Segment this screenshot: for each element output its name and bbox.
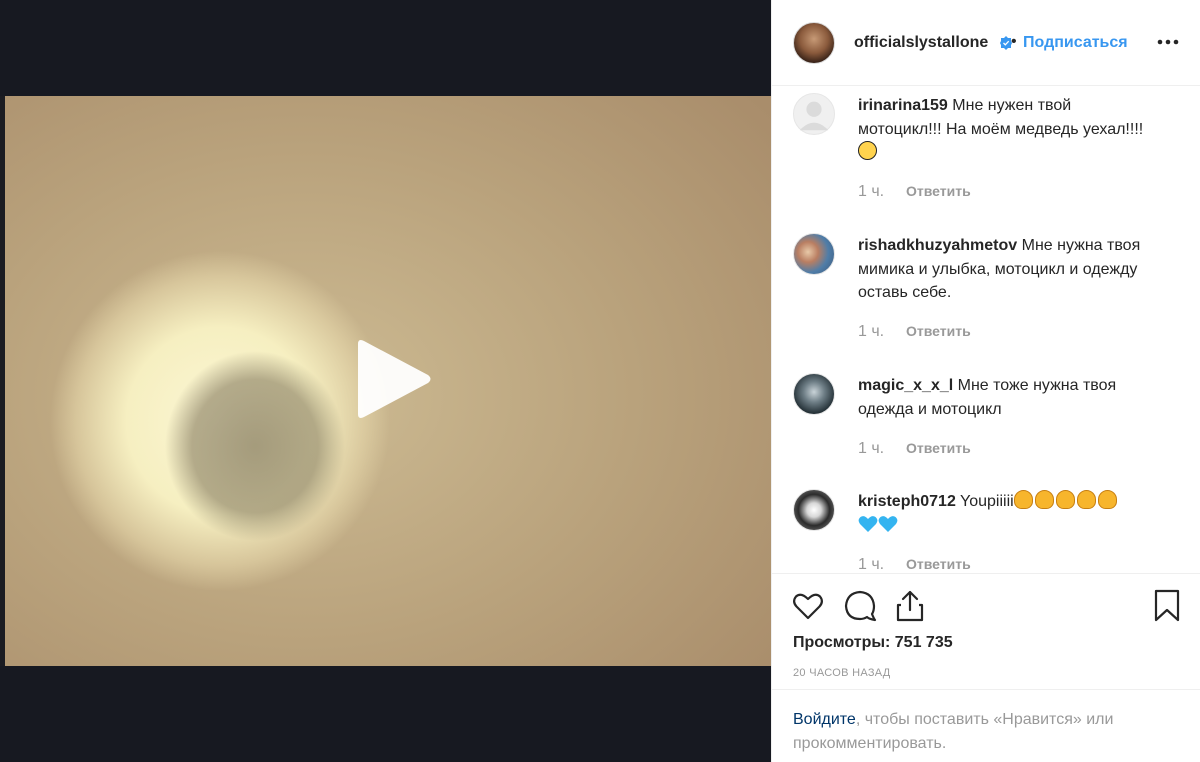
reply-button[interactable]: Ответить <box>906 183 971 199</box>
commenter-avatar[interactable] <box>793 233 835 275</box>
reply-button[interactable]: Ответить <box>906 556 971 572</box>
views-count[interactable]: Просмотры: 751 735 <box>793 634 953 652</box>
comment-time[interactable]: 1 ч. <box>858 323 884 340</box>
comment-time[interactable]: 1 ч. <box>858 183 884 200</box>
comment-username[interactable]: rishadkhuzyahmetov <box>858 237 1017 254</box>
comment-text-block: rishadkhuzyahmetov Мне нужна твоя мимика… <box>858 234 1158 305</box>
post-panel: officialslystallone • Подписаться irinar… <box>771 0 1200 762</box>
clapping-hands-icon <box>1013 490 1033 509</box>
clapping-hands-icon <box>1034 490 1054 509</box>
comment-meta: 1 ч. Ответить <box>858 556 971 573</box>
bookmark-icon[interactable] <box>1149 588 1185 624</box>
play-icon-graphic <box>358 340 431 418</box>
comment-text-block: magic_x_x_l Мне тоже нужна твоя одежда и… <box>858 374 1158 421</box>
comment-icon[interactable] <box>842 588 878 624</box>
commenter-avatar[interactable] <box>793 93 835 135</box>
reply-button[interactable]: Ответить <box>906 323 971 339</box>
comment-username[interactable]: irinarina159 <box>858 97 948 114</box>
commenter-avatar[interactable] <box>793 373 835 415</box>
heart-icon[interactable] <box>790 588 826 624</box>
comment-text-block: irinarina159 Мне нужен твой мотоцикл!!! … <box>858 94 1158 165</box>
header-separator: • <box>1011 33 1017 50</box>
author-username[interactable]: officialslystallone <box>854 34 988 52</box>
share-icon[interactable] <box>892 588 928 624</box>
comment-text: Youpiiiii <box>960 493 1014 510</box>
login-link[interactable]: Войдите <box>793 711 856 728</box>
comment-meta: 1 ч. Ответить <box>858 323 971 341</box>
follow-button[interactable]: Подписаться <box>1023 34 1128 52</box>
reply-button[interactable]: Ответить <box>906 440 971 456</box>
clapping-hands-icon <box>1055 490 1075 509</box>
grinning-face-icon <box>858 141 877 160</box>
post-timestamp[interactable]: 20 ЧАСОВ НАЗАД <box>793 667 891 679</box>
post-header: officialslystallone • Подписаться <box>772 0 1200 86</box>
comment-meta: 1 ч. Ответить <box>858 440 971 458</box>
default-avatar-icon <box>799 101 829 131</box>
ellipsis-icon[interactable] <box>1154 30 1182 54</box>
blue-heart-icon <box>858 515 878 532</box>
comment-text-block: kristeph0712 Youpiiiii <box>858 490 1158 537</box>
clapping-hands-icon <box>1076 490 1096 509</box>
post-actions: Просмотры: 751 735 20 ЧАСОВ НАЗАД <box>772 573 1200 689</box>
comment-username[interactable]: kristeph0712 <box>858 493 956 510</box>
commenter-avatar[interactable] <box>793 489 835 531</box>
comment-time[interactable]: 1 ч. <box>858 556 884 573</box>
author-avatar[interactable] <box>793 22 835 64</box>
comment-meta: 1 ч. Ответить <box>858 183 971 201</box>
login-prompt: Войдите, чтобы поставить «Нравится» или … <box>772 689 1200 762</box>
play-icon[interactable] <box>352 336 434 422</box>
blue-heart-icon <box>878 515 898 532</box>
comment-username[interactable]: magic_x_x_l <box>858 377 953 394</box>
comment-time[interactable]: 1 ч. <box>858 440 884 457</box>
media-area <box>0 0 771 762</box>
clapping-hands-icon <box>1097 490 1117 509</box>
comments-list[interactable]: irinarina159 Мне нужен твой мотоцикл!!! … <box>772 87 1200 573</box>
